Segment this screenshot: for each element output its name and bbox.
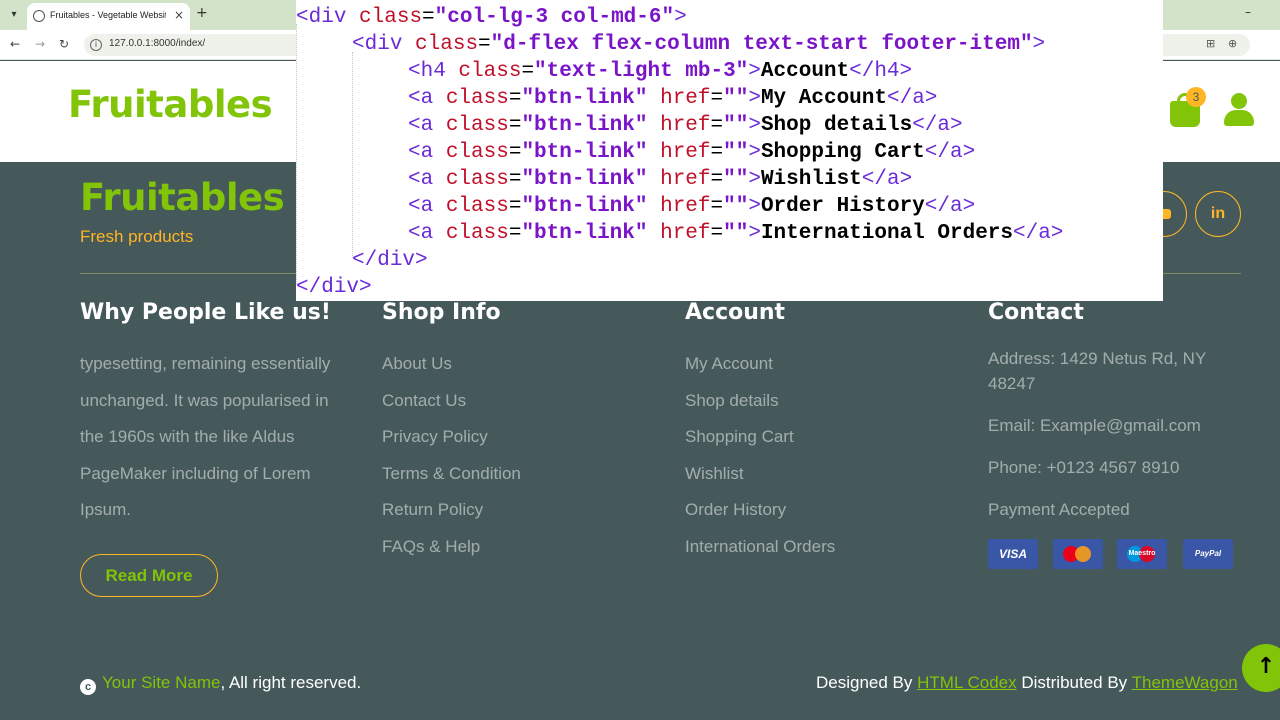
why-title: Why People Like us! (80, 300, 331, 325)
tab-close-button[interactable]: × (174, 8, 184, 22)
mastercard-icon (1053, 539, 1103, 569)
account-link[interactable]: International Orders (685, 537, 835, 557)
code-line: <a class="btn-link" href="">Shop details… (408, 114, 963, 137)
cart-count-badge: 3 (1186, 87, 1206, 107)
footer-logo[interactable]: Fruitables (80, 176, 285, 219)
site-info-icon[interactable]: i (90, 39, 102, 51)
visa-icon: VISA (988, 539, 1038, 569)
shop-info-link[interactable]: Terms & Condition (382, 464, 521, 484)
code-line: <a class="btn-link" href="">Internationa… (408, 222, 1064, 245)
code-line: <a class="btn-link" href="">Shopping Car… (408, 141, 976, 164)
code-line: <div class="d-flex flex-column text-star… (352, 33, 1046, 56)
contact-email: Email: Example@gmail.com (988, 416, 1201, 435)
contact-address: Address: 1429 Netus Rd, NY 48247 (988, 349, 1206, 393)
account-link[interactable]: Shopping Cart (685, 427, 794, 447)
footer-tagline: Fresh products (80, 227, 194, 246)
forward-icon[interactable]: → (35, 37, 45, 51)
contact-phone: Phone: +0123 4567 8910 (988, 458, 1180, 477)
paypal-icon: PayPal (1183, 539, 1233, 569)
account-link[interactable]: Wishlist (685, 464, 744, 484)
user-icon[interactable] (1222, 91, 1256, 127)
cart-button[interactable]: 3 (1168, 87, 1206, 127)
credits: Designed By HTML Codex Distributed By Th… (816, 673, 1238, 692)
tab-search-icon[interactable]: ▾ (6, 7, 22, 23)
account-link[interactable]: My Account (685, 354, 773, 374)
read-more-button[interactable]: Read More (80, 554, 218, 597)
shop-info-title: Shop Info (382, 300, 501, 325)
code-line: </div> (352, 249, 428, 272)
shop-info-link[interactable]: Privacy Policy (382, 427, 488, 447)
maestro-icon: Maestro (1117, 539, 1167, 569)
code-line: <div class="col-lg-3 col-md-6"> (296, 6, 687, 29)
shop-info-link[interactable]: Contact Us (382, 391, 466, 411)
code-line: <h4 class="text-light mb-3">Account</h4> (408, 60, 913, 83)
why-text: typesetting, remaining essentially uncha… (80, 354, 331, 519)
contact-title: Contact (988, 300, 1084, 325)
copyright: c Your Site Name, All right reserved. (80, 673, 361, 695)
code-line: <a class="btn-link" href="">Wishlist</a> (408, 168, 913, 191)
back-icon[interactable]: ← (10, 37, 20, 51)
shop-info-link[interactable]: Return Policy (382, 500, 483, 520)
code-line: <a class="btn-link" href="">Order Histor… (408, 195, 976, 218)
new-tab-button[interactable]: + (196, 5, 208, 21)
code-snippet-panel: <div class="col-lg-3 col-md-6"> <div cla… (296, 0, 1163, 301)
code-line: </div> (296, 276, 372, 299)
minimize-button[interactable]: – (1245, 5, 1251, 19)
tab-title: Fruitables - Vegetable Website (50, 10, 166, 20)
account-link[interactable]: Shop details (685, 391, 779, 411)
code-line: <a class="btn-link" href="">My Account</… (408, 87, 938, 110)
account-title: Account (685, 300, 786, 325)
copyright-text: , All right reserved. (220, 673, 362, 692)
account-link[interactable]: Order History (685, 500, 786, 520)
favicon-icon (33, 10, 45, 22)
zoom-icon[interactable]: ⊕ (1228, 37, 1237, 50)
payment-label: Payment Accepted (988, 500, 1130, 519)
translate-icon[interactable]: ⊞ (1206, 37, 1215, 50)
header-logo[interactable]: Fruitables (68, 83, 273, 126)
linkedin-button[interactable]: in (1195, 191, 1241, 237)
url-text[interactable]: 127.0.0.1:8000/index/ (109, 38, 205, 49)
shop-info-link[interactable]: About Us (382, 354, 452, 374)
copyright-icon: c (80, 679, 96, 695)
site-name-link[interactable]: Your Site Name (102, 673, 220, 692)
designer-link[interactable]: HTML Codex (917, 673, 1017, 692)
shop-info-link[interactable]: FAQs & Help (382, 537, 480, 557)
back-to-top-button[interactable]: ↑ (1242, 644, 1280, 692)
distributor-link[interactable]: ThemeWagon (1132, 673, 1238, 692)
reload-icon[interactable]: ↻ (59, 37, 69, 51)
browser-tab[interactable]: Fruitables - Vegetable Website × (27, 3, 190, 30)
